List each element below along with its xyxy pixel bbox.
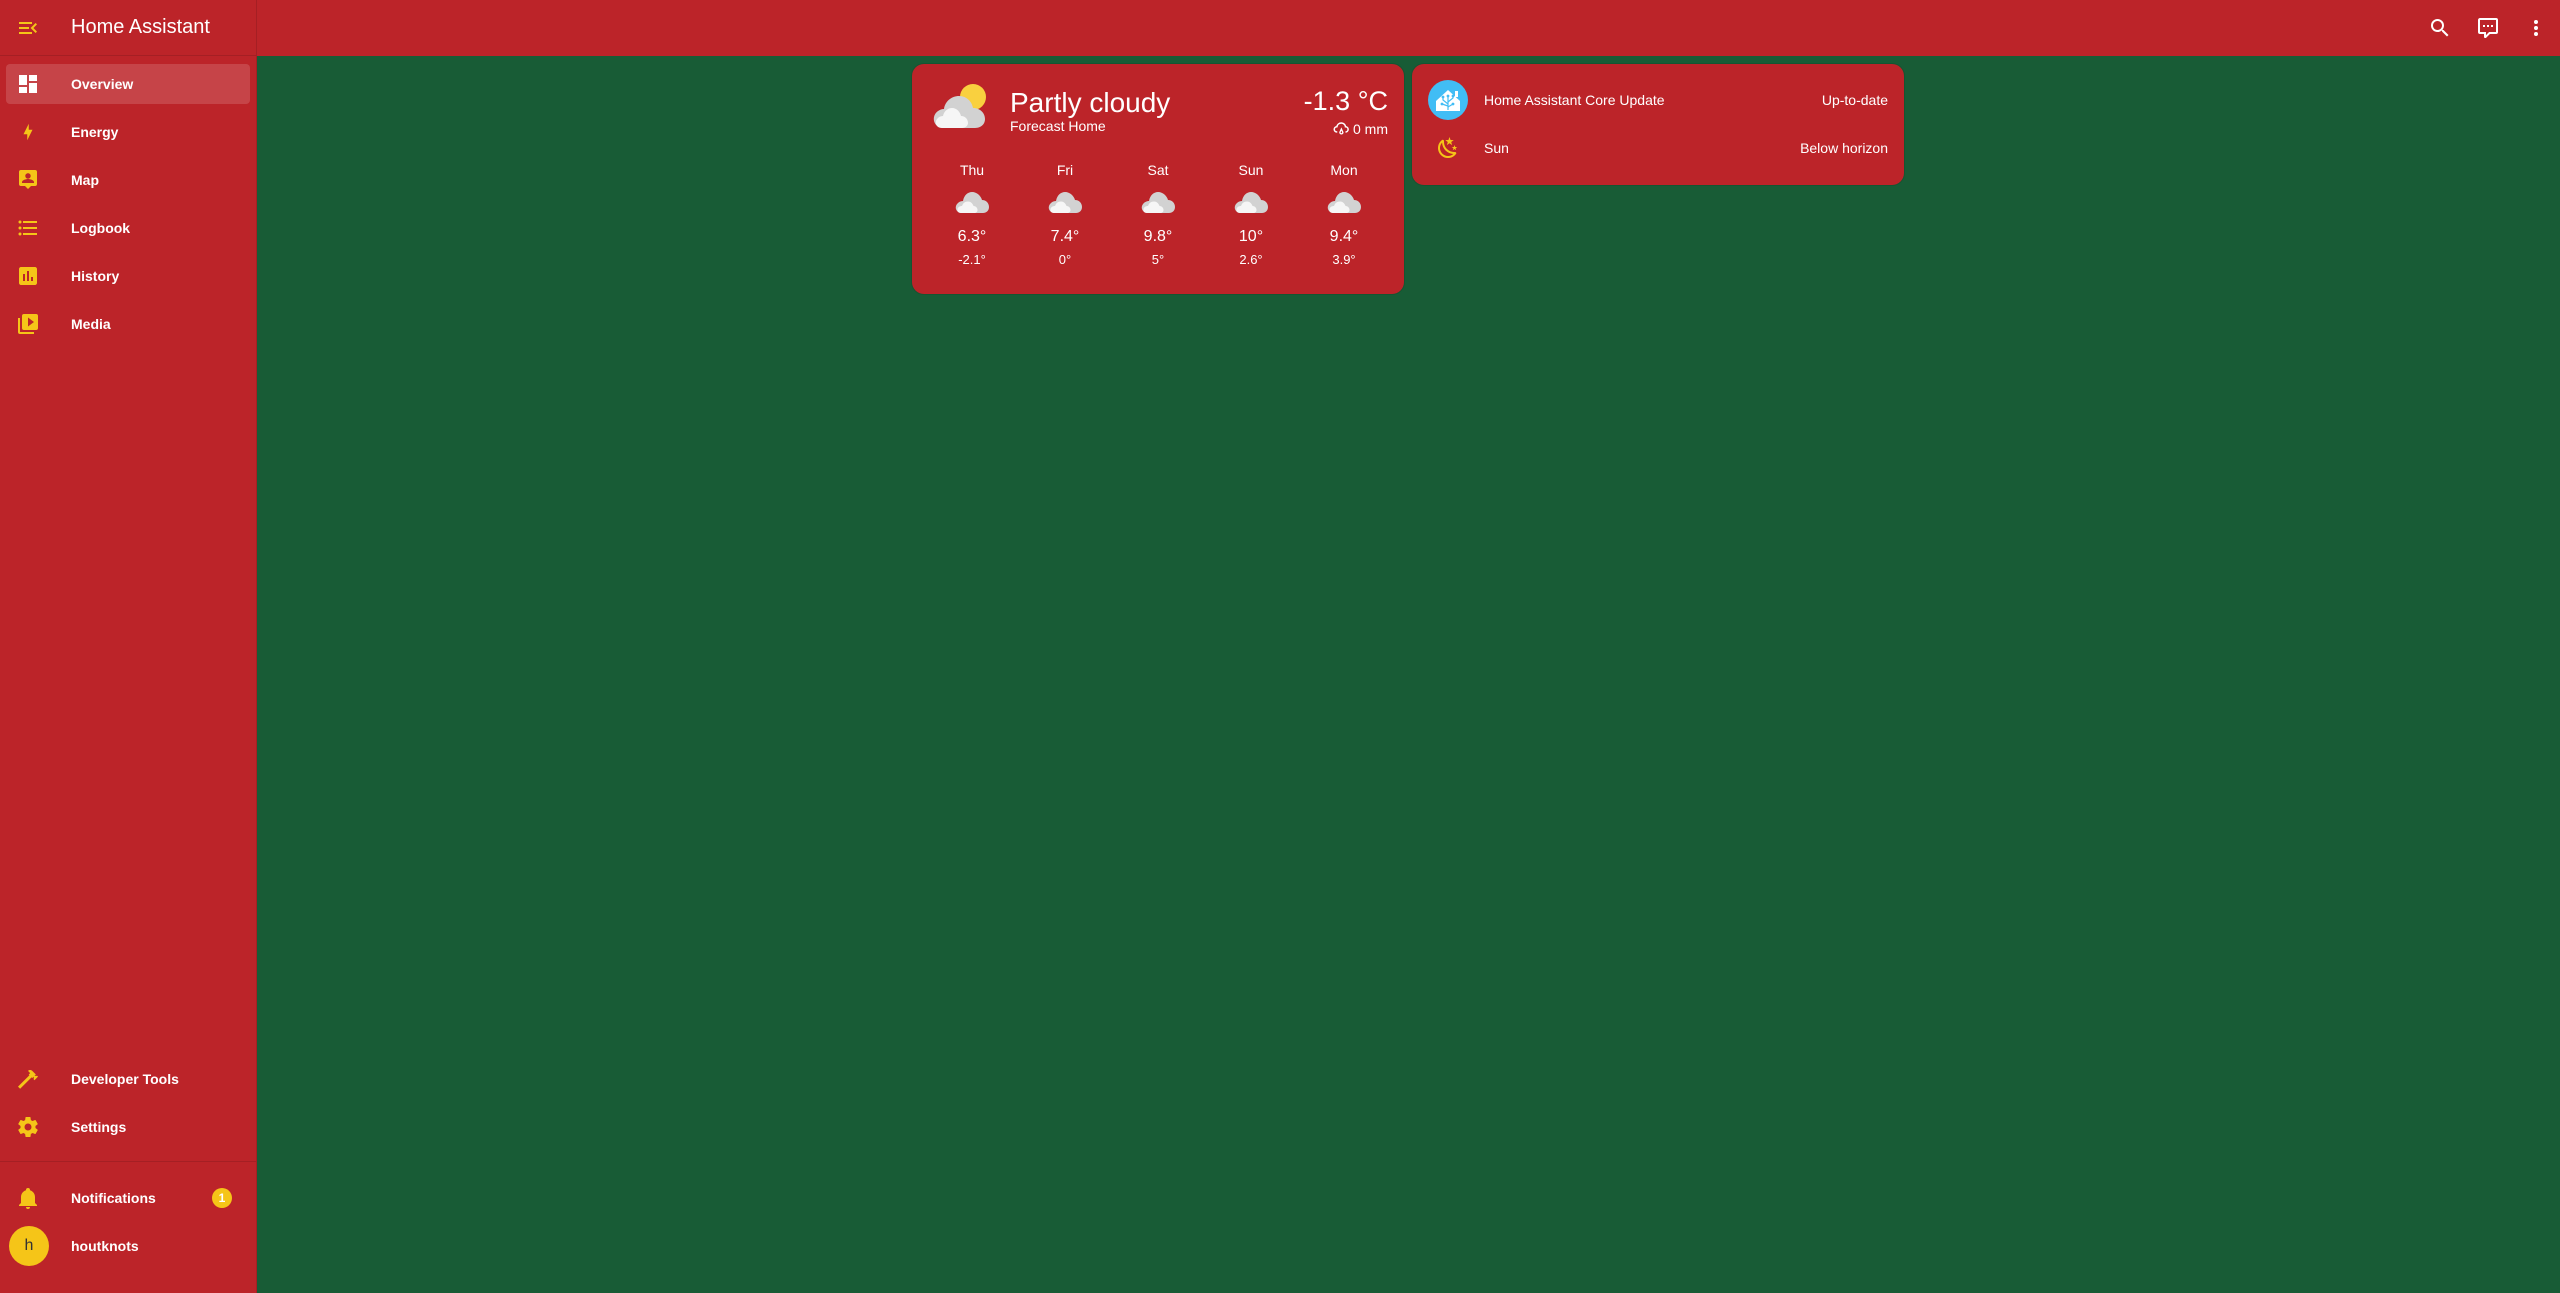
assist-button[interactable] (2464, 4, 2512, 52)
weather-night-icon (1428, 128, 1468, 168)
home-assistant-logo-icon (1428, 80, 1468, 120)
sidebar-header: Home Assistant (0, 0, 256, 56)
entity-name: Home Assistant Core Update (1484, 92, 1665, 108)
sidebar-item-energy[interactable]: Energy (6, 112, 250, 152)
forecast-day-name: Sun (1238, 162, 1264, 178)
sidebar-bottom: Developer Tools Settings Notifications 1… (0, 1059, 256, 1274)
chart-box-icon (19, 267, 37, 285)
sidebar-item-settings[interactable]: Settings (6, 1107, 250, 1147)
forecast-low-temp: -2.1° (958, 252, 986, 267)
partly-cloudy-icon (932, 82, 992, 137)
forecast-day: Fri 7.4° 0° (1025, 162, 1105, 267)
forecast-high-temp: 10° (1238, 228, 1264, 245)
sidebar-item-label: Overview (71, 76, 134, 92)
forecast-high-temp: 7.4° (1050, 228, 1080, 245)
menu-open-icon (19, 21, 37, 34)
sidebar: Home Assistant Overview Energy Map Logbo… (0, 0, 257, 1293)
entity-state: Below horizon (1800, 140, 1888, 156)
weather-forecast-card[interactable]: Partly cloudy Forecast Home -1.3 °C 0 mm… (912, 64, 1404, 294)
entity-name: Sun (1484, 140, 1509, 156)
sidebar-item-label: Notifications (71, 1190, 156, 1206)
top-app-bar (257, 0, 2560, 56)
sidebar-item-profile[interactable]: h houtknots (6, 1226, 250, 1266)
cloudy-icon (1327, 188, 1361, 222)
forecast-low-temp: 2.6° (1239, 252, 1263, 267)
entity-row-sun[interactable]: Sun Below horizon (1428, 128, 1888, 168)
entities-card: Home Assistant Core Update Up-to-date Su… (1412, 64, 1904, 185)
weather-entity-name: Forecast Home (1010, 118, 1106, 134)
lightning-bolt-icon (23, 123, 33, 141)
sidebar-item-label: History (71, 268, 120, 284)
hammer-icon (18, 1069, 38, 1089)
forecast-day-name: Thu (959, 162, 985, 178)
search-icon (2431, 19, 2449, 37)
sidebar-nav: Overview Energy Map Logbook History Medi… (0, 56, 256, 344)
forecast-day: Sat 9.8° 5° (1118, 162, 1198, 267)
sidebar-item-developer-tools[interactable]: Developer Tools (6, 1059, 250, 1099)
sidebar-item-label: Map (71, 172, 99, 188)
forecast-low-temp: 5° (1151, 252, 1165, 267)
app-title: Home Assistant (71, 16, 210, 38)
current-temperature: -1.3 °C (1303, 86, 1388, 116)
forecast-day-name: Fri (1056, 162, 1074, 178)
avatar: h (9, 1226, 49, 1266)
sidebar-item-label: Settings (71, 1119, 127, 1135)
weather-condition: Partly cloudy (1010, 87, 1171, 118)
sidebar-item-label: Media (71, 316, 111, 332)
sidebar-item-map[interactable]: Map (6, 160, 250, 200)
weather-pouring-icon (1333, 122, 1349, 135)
precipitation-value: 0 mm (1353, 121, 1388, 137)
forecast-low-temp: 0° (1058, 252, 1072, 267)
account-box-map-icon (19, 170, 37, 189)
sidebar-divider (0, 1161, 256, 1162)
sidebar-item-media[interactable]: Media (6, 304, 250, 344)
forecast-day: Thu 6.3° -2.1° (932, 162, 1012, 267)
forecast-day: Sun 10° 2.6° (1211, 162, 1291, 267)
forecast-low-temp: 3.9° (1332, 252, 1356, 267)
play-box-multiple-icon (18, 314, 38, 334)
bell-icon (19, 1188, 37, 1209)
sidebar-item-label: Energy (71, 124, 119, 140)
sidebar-item-logbook[interactable]: Logbook (6, 208, 250, 248)
sidebar-item-notifications[interactable]: Notifications 1 (6, 1178, 250, 1218)
assist-icon (2478, 18, 2498, 38)
more-vertical-icon (2534, 20, 2538, 36)
toolbar-actions (2416, 0, 2560, 56)
forecast-day: Mon 9.4° 3.9° (1304, 162, 1384, 267)
sidebar-item-overview[interactable]: Overview (6, 64, 250, 104)
cloudy-icon (1141, 188, 1175, 222)
view-dashboard-icon (19, 75, 37, 93)
more-options-button[interactable] (2512, 4, 2560, 52)
entity-state: Up-to-date (1821, 92, 1888, 108)
forecast-day-name: Sat (1147, 162, 1169, 178)
forecast-list: Thu 6.3° -2.1° Fri 7.4° 0° Sat 9.8° 5° S… (928, 162, 1388, 267)
forecast-high-temp: 9.8° (1143, 228, 1173, 245)
cog-icon (18, 1117, 38, 1137)
forecast-day-name: Mon (1330, 162, 1358, 178)
precipitation: 0 mm (1332, 120, 1388, 138)
forecast-high-temp: 9.4° (1329, 228, 1359, 245)
cloudy-icon (955, 188, 989, 222)
sidebar-toggle-button[interactable] (0, 0, 56, 56)
sidebar-item-history[interactable]: History (6, 256, 250, 296)
entity-row-core-update[interactable]: Home Assistant Core Update Up-to-date (1428, 80, 1888, 120)
sidebar-item-label: Logbook (71, 220, 131, 236)
sidebar-item-label: Developer Tools (71, 1071, 179, 1087)
notification-count-badge: 1 (212, 1188, 232, 1208)
forecast-high-temp: 6.3° (957, 228, 987, 245)
user-name: houtknots (71, 1238, 139, 1254)
cloudy-icon (1234, 188, 1268, 222)
cloudy-icon (1048, 188, 1082, 222)
search-button[interactable] (2416, 4, 2464, 52)
format-list-bulleted-icon (18, 220, 37, 236)
